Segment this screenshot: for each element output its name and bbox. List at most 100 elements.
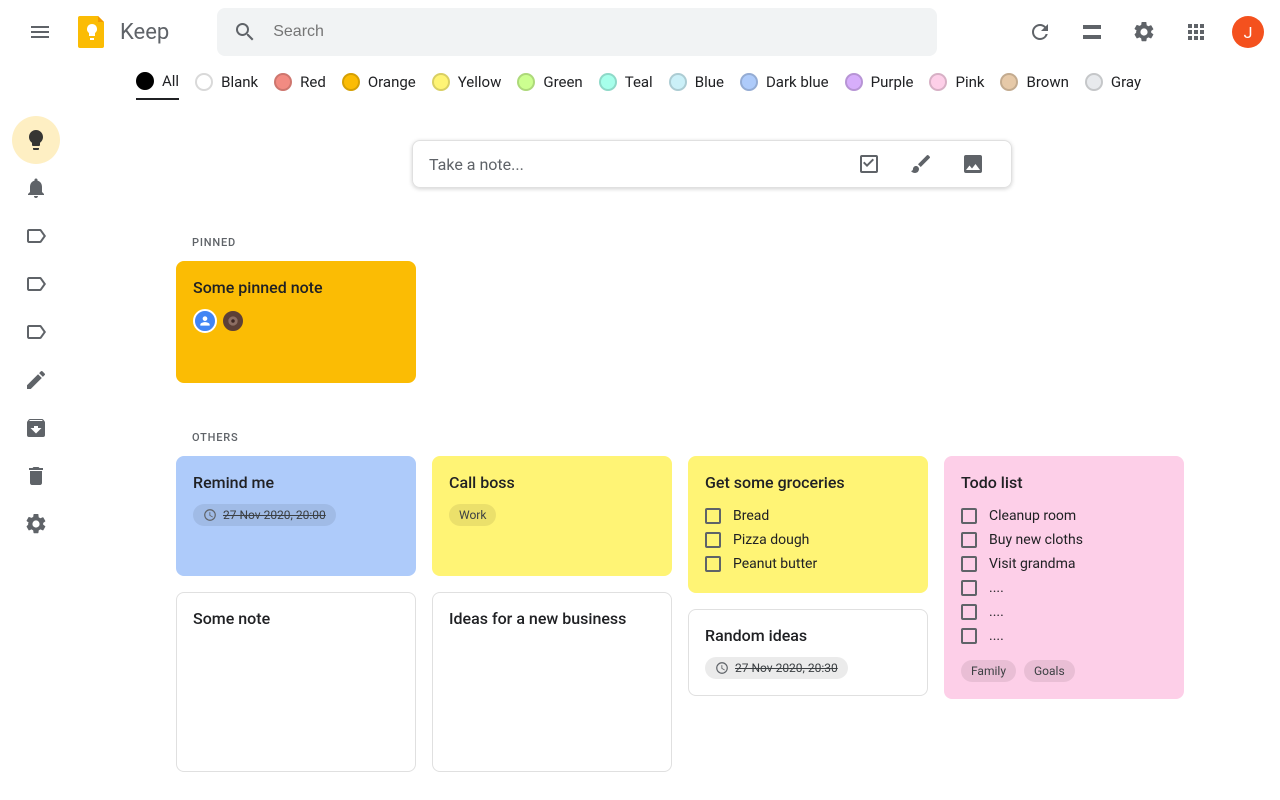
color-swatch — [669, 73, 687, 91]
checkbox-icon[interactable] — [705, 532, 721, 548]
checklist-item[interactable]: .... — [961, 624, 1167, 648]
label-icon — [24, 224, 48, 248]
sidebar-notes[interactable] — [12, 116, 60, 164]
label-chip[interactable]: Work — [449, 504, 496, 526]
checkbox-icon[interactable] — [961, 604, 977, 620]
sidebar-label-2[interactable] — [12, 260, 60, 308]
label-icon — [24, 272, 48, 296]
collaborator-avatar[interactable] — [221, 309, 245, 333]
header-actions: J — [1016, 8, 1264, 56]
color-filter-orange[interactable]: Orange — [342, 73, 416, 99]
clock-icon — [203, 508, 217, 522]
color-filter-gray[interactable]: Gray — [1085, 73, 1141, 99]
note-card[interactable]: Ideas for a new business — [432, 592, 672, 772]
sidebar-archive[interactable] — [12, 404, 60, 452]
label-chip[interactable]: Family — [961, 660, 1016, 682]
note-card[interactable]: Remind me 27 Nov 2020, 20:00 — [176, 456, 416, 576]
keep-logo-icon — [74, 14, 110, 50]
color-filter-blue[interactable]: Blue — [669, 73, 724, 99]
take-note-bar[interactable]: Take a note... — [412, 140, 1012, 188]
color-swatch — [740, 73, 758, 91]
checkbox-icon[interactable] — [961, 628, 977, 644]
label-text: Work — [459, 508, 486, 522]
checkbox-icon[interactable] — [705, 556, 721, 572]
list-view-icon — [1080, 20, 1104, 44]
refresh-icon — [1028, 20, 1052, 44]
color-filter-dark-blue[interactable]: Dark blue — [740, 73, 829, 99]
color-filter-label: Teal — [625, 73, 653, 91]
refresh-button[interactable] — [1016, 8, 1064, 56]
checklist-item-text: Visit grandma — [989, 556, 1075, 572]
new-image-button[interactable] — [951, 152, 995, 176]
color-filter-purple[interactable]: Purple — [845, 73, 914, 99]
checklist-item[interactable]: Pizza dough — [705, 528, 911, 552]
checkbox-icon[interactable] — [705, 508, 721, 524]
sidebar-edit-labels[interactable] — [12, 356, 60, 404]
settings-button[interactable] — [1120, 8, 1168, 56]
apps-grid-icon — [1184, 20, 1208, 44]
checkbox-icon[interactable] — [961, 532, 977, 548]
color-swatch — [195, 73, 213, 91]
checklist-item[interactable]: Buy new cloths — [961, 528, 1167, 552]
search-icon — [233, 20, 257, 44]
checklist-item[interactable]: .... — [961, 600, 1167, 624]
color-filter-yellow[interactable]: Yellow — [432, 73, 502, 99]
checklist-item-text: Buy new cloths — [989, 532, 1083, 548]
color-swatch — [1000, 73, 1018, 91]
note-card[interactable]: Todo list Cleanup roomBuy new clothsVisi… — [944, 456, 1184, 699]
label-chip[interactable]: Goals — [1024, 660, 1075, 682]
sidebar-settings[interactable] — [12, 500, 60, 548]
color-filter-red[interactable]: Red — [274, 73, 326, 99]
sidebar-label-1[interactable] — [12, 212, 60, 260]
checklist-item[interactable]: Visit grandma — [961, 552, 1167, 576]
list-view-button[interactable] — [1068, 8, 1116, 56]
note-card[interactable]: Some note — [176, 592, 416, 772]
sidebar — [0, 108, 72, 796]
color-swatch — [517, 73, 535, 91]
search-input[interactable] — [273, 23, 921, 41]
reminder-chip[interactable]: 27 Nov 2020, 20:00 — [193, 504, 336, 526]
note-card[interactable]: Random ideas 27 Nov 2020, 20:30 — [688, 609, 928, 696]
checklist: BreadPizza doughPeanut butter — [705, 504, 911, 576]
checklist-item-text: .... — [989, 604, 1004, 620]
checklist-item[interactable]: Cleanup room — [961, 504, 1167, 528]
color-filter-green[interactable]: Green — [517, 73, 582, 99]
main-content: Take a note... PINNED Some pinned note — [72, 108, 1280, 796]
reminder-chip[interactable]: 27 Nov 2020, 20:30 — [705, 657, 848, 679]
sidebar-reminders[interactable] — [12, 164, 60, 212]
apps-button[interactable] — [1172, 8, 1220, 56]
note-card[interactable]: Get some groceries BreadPizza doughPeanu… — [688, 456, 928, 593]
collaborator-avatar[interactable] — [193, 309, 217, 333]
color-swatch — [136, 72, 154, 90]
new-drawing-button[interactable] — [899, 152, 943, 176]
checkbox-icon[interactable] — [961, 508, 977, 524]
search-bar[interactable] — [217, 8, 937, 56]
reminder-time: 27 Nov 2020, 20:00 — [223, 508, 326, 522]
checklist-item[interactable]: .... — [961, 576, 1167, 600]
checklist-item[interactable]: Peanut butter — [705, 552, 911, 576]
color-swatch — [432, 73, 450, 91]
note-card[interactable]: Call boss Work — [432, 456, 672, 576]
sidebar-label-3[interactable] — [12, 308, 60, 356]
pinned-grid: Some pinned note — [176, 261, 1248, 383]
account-avatar[interactable]: J — [1232, 16, 1264, 48]
archive-icon — [24, 416, 48, 440]
checklist: Cleanup room Buy new cloths Visit grandma.… — [961, 504, 1167, 648]
note-title: Some note — [193, 609, 399, 628]
color-filter-blank[interactable]: Blank — [195, 73, 258, 99]
color-filter-teal[interactable]: Teal — [599, 73, 653, 99]
gear-icon — [1132, 20, 1156, 44]
color-filter-pink[interactable]: Pink — [929, 73, 984, 99]
checkbox-icon[interactable] — [961, 556, 977, 572]
checkbox-icon[interactable] — [961, 580, 977, 596]
reminder-time: 27 Nov 2020, 20:30 — [735, 661, 838, 675]
new-list-button[interactable] — [847, 152, 891, 176]
color-filter-label: Yellow — [458, 73, 502, 91]
color-filter-label: Purple — [871, 73, 914, 91]
note-card[interactable]: Some pinned note — [176, 261, 416, 383]
sidebar-trash[interactable] — [12, 452, 60, 500]
checklist-item[interactable]: Bread — [705, 504, 911, 528]
color-filter-brown[interactable]: Brown — [1000, 73, 1068, 99]
color-filter-all[interactable]: All — [136, 72, 179, 100]
main-menu-button[interactable] — [16, 8, 64, 56]
